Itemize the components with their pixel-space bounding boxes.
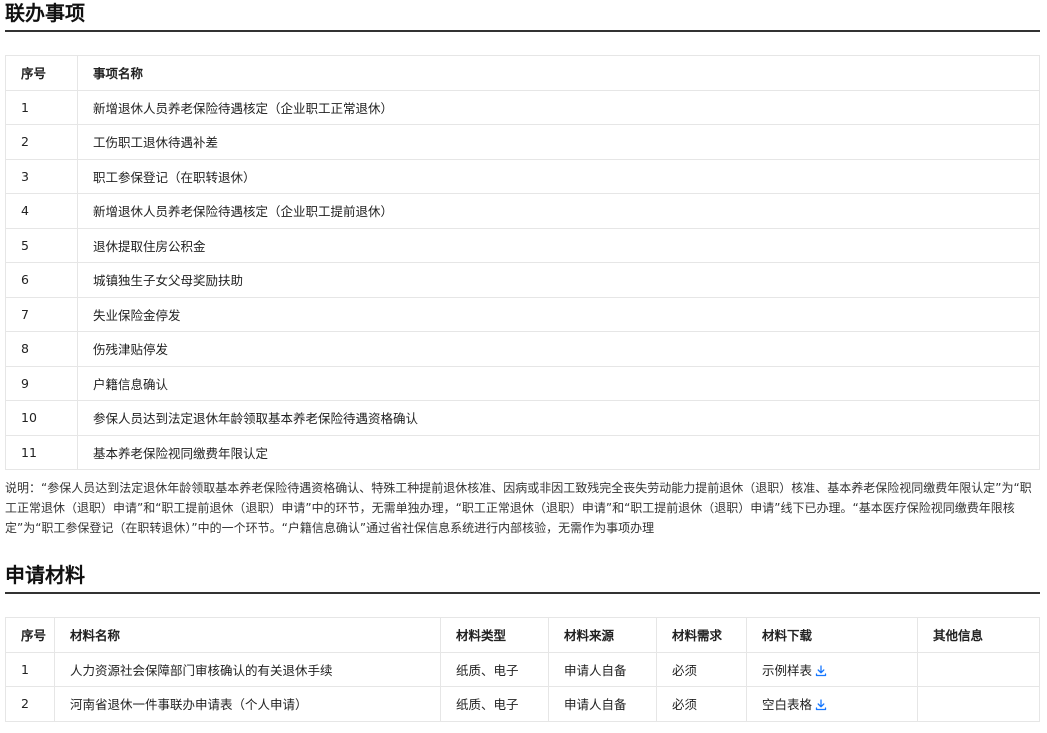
- row-item-name: 失业保险金停发: [77, 296, 1040, 332]
- table-row: 10 参保人员达到法定退休年龄领取基本养老保险待遇资格确认: [5, 400, 1040, 436]
- row-item-name: 参保人员达到法定退休年龄领取基本养老保险待遇资格确认: [77, 400, 1040, 436]
- column-header-material-source: 材料来源: [548, 617, 657, 653]
- row-no: 1: [5, 651, 55, 688]
- column-header-no: 序号: [5, 617, 55, 653]
- explanation-note: 说明：“参保人员达到法定退休年龄领取基本养老保险待遇资格确认、特殊工种提前退休核…: [5, 481, 1032, 535]
- column-header-no: 序号: [5, 55, 78, 91]
- download-link-sample-form[interactable]: 示例样表: [762, 663, 827, 678]
- column-header-material-download: 材料下载: [746, 617, 918, 653]
- row-material-requirement: 必须: [656, 686, 747, 722]
- row-item-name: 退休提取住房公积金: [77, 227, 1040, 263]
- table-row: 9 户籍信息确认: [5, 365, 1040, 401]
- download-link-label: 示例样表: [762, 662, 813, 678]
- row-no: 5: [5, 227, 78, 263]
- table-row: 8 伤残津贴停发: [5, 331, 1040, 367]
- row-material-download: 空白表格: [746, 686, 918, 722]
- section-divider: [5, 592, 1040, 594]
- download-link-label: 空白表格: [762, 697, 813, 713]
- row-no: 9: [5, 365, 78, 401]
- table-row: 6 城镇独生子女父母奖励扶助: [5, 262, 1040, 298]
- materials-table: 序号 材料名称 材料类型 材料来源 材料需求 材料下载 其他信息 1 人力资源社…: [5, 617, 1040, 722]
- section-title-joint-items: 联办事项: [5, 1, 85, 25]
- row-no: 2: [5, 124, 78, 160]
- table-row: 5 退休提取住房公积金: [5, 227, 1040, 263]
- row-material-requirement: 必须: [656, 651, 747, 688]
- row-item-name: 新增退休人员养老保险待遇核定（企业职工正常退休）: [77, 89, 1040, 125]
- row-item-name: 城镇独生子女父母奖励扶助: [77, 262, 1040, 298]
- row-no: 10: [5, 400, 78, 436]
- row-no: 3: [5, 158, 78, 194]
- row-material-type: 纸质、电子: [440, 651, 549, 688]
- row-no: 2: [5, 686, 55, 722]
- page: 联办事项 序号 事项名称 1 新增退休人员养老保险待遇核定（企业职工正常退休） 2…: [0, 0, 1047, 733]
- row-other-info: [917, 651, 1040, 688]
- row-no: 6: [5, 262, 78, 298]
- column-header-item-name: 事项名称: [77, 55, 1040, 91]
- download-icon[interactable]: [815, 699, 827, 711]
- section-divider: [5, 30, 1040, 32]
- table-row: 4 新增退休人员养老保险待遇核定（企业职工提前退休）: [5, 193, 1040, 229]
- row-no: 11: [5, 434, 78, 470]
- row-item-name: 基本养老保险视同缴费年限认定: [77, 434, 1040, 470]
- row-item-name: 伤残津贴停发: [77, 331, 1040, 367]
- row-material-source: 申请人自备: [548, 651, 657, 688]
- row-material-download: 示例样表: [746, 651, 918, 688]
- row-no: 7: [5, 296, 78, 332]
- table-row: 2 工伤职工退休待遇补差: [5, 124, 1040, 160]
- table-row: 11 基本养老保险视同缴费年限认定: [5, 434, 1040, 470]
- row-material-type: 纸质、电子: [440, 686, 549, 722]
- row-item-name: 工伤职工退休待遇补差: [77, 124, 1040, 160]
- table-row: 1 人力资源社会保障部门审核确认的有关退休手续 纸质、电子 申请人自备 必须 示…: [5, 651, 1040, 688]
- row-no: 1: [5, 89, 78, 125]
- row-item-name: 户籍信息确认: [77, 365, 1040, 401]
- download-link-blank-form[interactable]: 空白表格: [762, 697, 827, 712]
- row-item-name: 新增退休人员养老保险待遇核定（企业职工提前退休）: [77, 193, 1040, 229]
- column-header-material-requirement: 材料需求: [656, 617, 747, 653]
- row-material-name: 人力资源社会保障部门审核确认的有关退休手续: [54, 651, 441, 688]
- row-other-info: [917, 686, 1040, 722]
- row-no: 8: [5, 331, 78, 367]
- column-header-material-type: 材料类型: [440, 617, 549, 653]
- column-header-material-name: 材料名称: [54, 617, 441, 653]
- table-row: 7 失业保险金停发: [5, 296, 1040, 332]
- table-row: 1 新增退休人员养老保险待遇核定（企业职工正常退休）: [5, 89, 1040, 125]
- row-no: 4: [5, 193, 78, 229]
- table-header-row: 序号 事项名称: [5, 55, 1040, 91]
- row-item-name: 职工参保登记（在职转退休）: [77, 158, 1040, 194]
- column-header-other-info: 其他信息: [917, 617, 1040, 653]
- section-title-application-materials: 申请材料: [5, 563, 85, 587]
- row-material-name: 河南省退休一件事联办申请表（个人申请）: [54, 686, 441, 722]
- table-row: 3 职工参保登记（在职转退休）: [5, 158, 1040, 194]
- joint-items-table: 序号 事项名称 1 新增退休人员养老保险待遇核定（企业职工正常退休） 2 工伤职工退…: [5, 55, 1040, 470]
- table-header-row: 序号 材料名称 材料类型 材料来源 材料需求 材料下载 其他信息: [5, 617, 1040, 653]
- row-material-source: 申请人自备: [548, 686, 657, 722]
- table-row: 2 河南省退休一件事联办申请表（个人申请） 纸质、电子 申请人自备 必须 空白表…: [5, 686, 1040, 722]
- download-icon[interactable]: [815, 665, 827, 677]
